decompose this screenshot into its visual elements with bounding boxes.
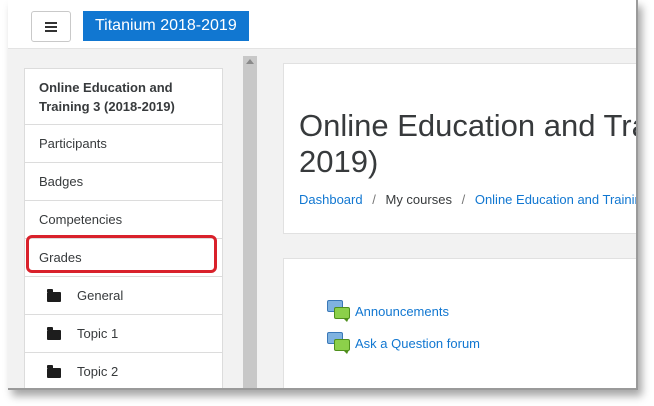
breadcrumb-separator: / [372,192,376,207]
drawer-item-competencies[interactable]: Competencies [25,201,222,239]
drawer-item-section-topic-1[interactable]: Topic 1 [25,315,222,353]
drawer-item-grades[interactable]: Grades [25,239,222,277]
page-header: Online Education and Tra 2019) Dashboard… [283,63,638,234]
nav-drawer: Online Education and Training 3 (2018-20… [8,50,258,388]
breadcrumb-my-courses: My courses [385,192,452,207]
activity-link[interactable]: Announcements [355,304,449,319]
scroll-up-arrow-icon[interactable] [246,59,254,64]
drawer-item-participants[interactable]: Participants [25,125,222,163]
section-label: General [77,288,124,303]
breadcrumb: Dashboard / My courses / Online Educatio… [299,192,636,207]
page-title: Online Education and Tra 2019) [299,108,638,180]
course-content: Announcements Ask a Question forum [283,258,636,388]
drawer-item-section-general[interactable]: General [25,277,222,315]
drawer-item-section-topic-2[interactable]: Topic 2 [25,353,222,388]
activity-ask-question-forum[interactable]: Ask a Question forum [327,332,480,354]
breadcrumb-separator: / [461,192,466,207]
breadcrumb-course[interactable]: Online Education and Training 3 [475,192,636,207]
hamburger-icon[interactable] [31,11,71,42]
folder-icon [47,288,61,302]
folder-icon [47,326,61,340]
activity-announcements[interactable]: Announcements [327,300,449,322]
page-title-line-1: Online Education and Tra [299,108,638,143]
drawer-scrollbar[interactable] [243,56,257,388]
folder-icon [47,364,61,378]
breadcrumb-dashboard[interactable]: Dashboard [299,192,363,207]
drawer-list: Online Education and Training 3 (2018-20… [24,68,223,388]
site-brand[interactable]: Titanium 2018-2019 [83,11,249,41]
drawer-item-badges[interactable]: Badges [25,163,222,201]
drawer-item-course[interactable]: Online Education and Training 3 (2018-20… [25,69,222,125]
section-label: Topic 1 [77,326,119,341]
navbar: Titanium 2018-2019 [8,0,636,49]
page-title-line-2: 2019) [299,144,379,179]
activity-link[interactable]: Ask a Question forum [355,336,480,351]
forum-icon [327,300,351,322]
section-label: Topic 2 [77,364,119,379]
forum-icon [327,332,351,354]
browser-frame: Titanium 2018-2019 Online Education and … [8,0,638,390]
